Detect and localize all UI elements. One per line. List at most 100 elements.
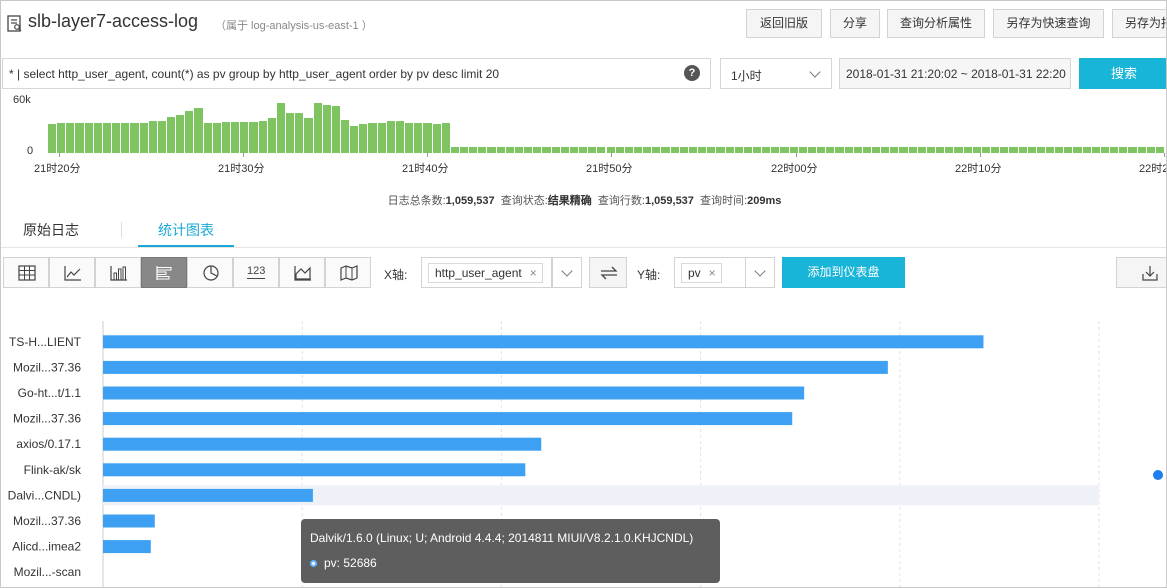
histogram-bar[interactable] [340,120,350,153]
histogram-bar[interactable] [743,147,752,153]
histogram-bar[interactable] [395,121,405,153]
histogram-bar[interactable] [221,122,231,153]
histogram-bar[interactable] [633,147,643,153]
time-range-select[interactable]: 1小时 [720,58,832,89]
help-icon[interactable]: ? [684,65,700,81]
histogram-bar[interactable] [551,147,560,153]
histogram-bar[interactable] [102,123,112,153]
histogram-bar[interactable] [899,147,908,153]
histogram-bar[interactable] [386,121,395,153]
bar[interactable] [103,412,793,426]
query-properties-button[interactable]: 查询分析属性 [887,9,985,38]
histogram-bar[interactable] [908,147,917,153]
histogram-bar[interactable] [286,113,295,153]
histogram-bar[interactable] [1137,147,1146,153]
histogram-bar[interactable] [176,115,185,153]
histogram-bar[interactable] [496,147,505,153]
histogram-bar[interactable] [917,147,926,153]
histogram-bar[interactable] [670,147,679,153]
tab-statistics-chart[interactable]: 统计图表 [158,220,214,240]
histogram-bar[interactable] [304,118,313,153]
close-icon[interactable]: × [709,264,716,282]
histogram-bar[interactable] [1064,147,1073,153]
histogram-bar[interactable] [835,147,844,153]
histogram-bar[interactable] [615,147,624,153]
histogram-bar[interactable] [1027,147,1036,153]
histogram-bar[interactable] [1128,147,1137,153]
bar[interactable] [103,386,805,400]
histogram-bar[interactable] [460,147,469,153]
chart-type-number[interactable]: 123 [233,257,279,288]
histogram-bar[interactable] [505,147,514,153]
histogram-bar[interactable] [295,113,304,153]
histogram-bar[interactable] [807,147,817,153]
histogram-bar[interactable] [524,147,533,153]
histogram-bar[interactable] [707,147,716,153]
histogram-bar[interactable] [533,147,542,153]
query-input[interactable]: * | select http_user_agent, count(*) as … [2,58,711,89]
bar[interactable] [103,463,526,477]
histogram-bar[interactable] [1055,147,1064,153]
close-icon[interactable]: × [530,264,537,282]
histogram-bar[interactable] [1110,147,1119,153]
histogram-bar[interactable] [1119,147,1128,153]
histogram-bar[interactable] [368,123,377,153]
chart-type-column[interactable] [95,257,141,288]
histogram-bar[interactable] [991,147,1000,153]
histogram-bar[interactable] [267,118,276,153]
histogram-bar[interactable] [359,124,368,153]
histogram-bar[interactable] [185,111,194,153]
histogram-bar[interactable] [569,147,579,153]
histogram-bar[interactable] [1082,147,1091,153]
histogram-bar[interactable] [1045,147,1055,153]
histogram-bar[interactable] [752,147,762,153]
histogram-bar[interactable] [954,147,963,153]
histogram-bar[interactable] [313,103,322,153]
histogram-bar[interactable] [139,123,148,153]
histogram-bar[interactable] [66,123,75,153]
histogram-bar[interactable] [963,147,972,153]
chart-type-table[interactable] [3,257,49,288]
histogram-bar[interactable] [93,123,102,153]
histogram-bar[interactable] [1100,147,1110,153]
histogram-bar[interactable] [1146,147,1155,153]
bar[interactable] [103,335,984,349]
histogram-bar[interactable] [817,147,826,153]
histogram-bar[interactable] [624,147,633,153]
histogram-bar[interactable] [844,147,853,153]
histogram-bar[interactable] [112,123,121,153]
scroll-indicator-dot[interactable] [1153,470,1163,480]
histogram-bar[interactable] [945,147,954,153]
histogram-bar[interactable] [414,123,423,153]
histogram-bar[interactable] [231,122,240,153]
histogram-bar[interactable] [560,147,569,153]
histogram-bar[interactable] [1036,147,1045,153]
bar[interactable] [103,437,542,451]
histogram-bar[interactable] [478,147,487,153]
histogram-bar[interactable] [981,147,991,153]
histogram-bar[interactable] [1155,147,1164,153]
histogram-bar[interactable] [597,147,606,153]
histogram-bar[interactable] [167,117,176,153]
histogram-bar[interactable] [450,147,459,153]
histogram-bar[interactable] [688,147,698,153]
y-axis-field-select[interactable]: pv × [674,257,747,288]
histogram-bar[interactable] [157,121,167,153]
bar[interactable] [103,360,888,374]
x-axis-dropdown[interactable] [552,257,582,288]
bar[interactable] [103,514,155,528]
chart-type-line[interactable] [49,257,95,288]
histogram-bar[interactable] [240,122,249,153]
histogram-bar[interactable] [249,122,258,153]
histogram-bar[interactable] [130,123,139,153]
histogram-bar[interactable] [588,147,597,153]
tab-raw-logs[interactable]: 原始日志 [23,220,79,240]
histogram-bar[interactable] [203,123,212,153]
chart-type-bar[interactable] [141,257,187,288]
histogram-bar[interactable] [1091,147,1100,153]
histogram-bar[interactable] [258,121,267,153]
histogram-bar[interactable] [322,105,331,153]
histogram-bar[interactable] [643,147,652,153]
bar[interactable] [103,488,313,502]
x-axis-field-select[interactable]: http_user_agent × [421,257,552,288]
